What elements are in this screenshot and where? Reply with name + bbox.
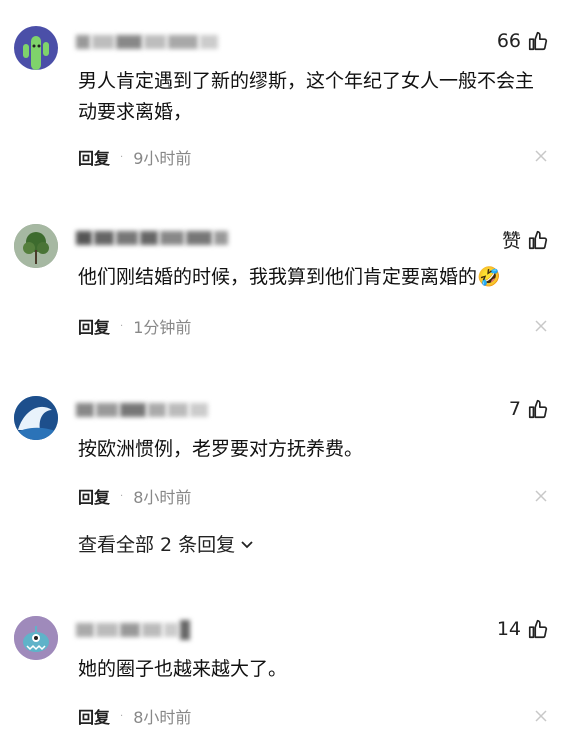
separator-dot: ·	[120, 320, 124, 332]
reply-button[interactable]: 回复	[78, 314, 110, 338]
comment-meta: 回复 · 8小时前	[78, 484, 191, 508]
expand-replies-label: 查看全部 2 条回复	[78, 534, 236, 556]
like-button[interactable]: 赞	[502, 226, 549, 253]
close-icon[interactable]	[535, 320, 547, 332]
separator-dot: ·	[120, 151, 124, 163]
close-icon[interactable]	[535, 710, 547, 722]
cactus-avatar-icon	[23, 36, 49, 70]
avatar[interactable]	[14, 396, 58, 440]
thumbs-up-icon	[528, 619, 548, 639]
username-blurred[interactable]	[76, 227, 230, 249]
like-button[interactable]: 7	[509, 398, 549, 420]
comment-text: 他们刚结婚的时候，我我算到他们肯定要离婚的🤣	[78, 266, 501, 288]
avatar[interactable]	[14, 224, 58, 268]
username-blurred[interactable]	[76, 31, 220, 53]
thumbs-up-icon	[528, 230, 548, 249]
reply-button[interactable]: 回复	[78, 704, 110, 728]
comment-meta: 回复 · 1分钟前	[78, 314, 191, 338]
plant-avatar-icon	[14, 224, 58, 268]
comment-item: 7 按欧洲惯例，老罗要对方抚养费。 回复 · 8小时前 查看全部 2 条回复	[0, 370, 567, 590]
comment-item: 赞 他们刚结婚的时候，我我算到他们肯定要离婚的🤣 回复 · 1分钟前	[0, 190, 567, 370]
timestamp: 1分钟前	[133, 318, 192, 337]
like-count: 66	[496, 30, 521, 52]
username-blurred[interactable]	[76, 399, 210, 421]
like-button[interactable]: 14	[497, 618, 549, 640]
comment-meta: 回复 · 8小时前	[78, 704, 191, 728]
comment-meta: 回复 · 9小时前	[78, 145, 191, 169]
timestamp: 8小时前	[133, 708, 192, 727]
timestamp: 8小时前	[133, 488, 192, 507]
thumbs-up-icon	[528, 399, 548, 419]
comment-item: 66 男人肯定遇到了新的缪斯，这个年纪了女人一般不会主动要求离婚， 回复 · 9…	[0, 0, 567, 190]
avatar[interactable]	[14, 616, 58, 660]
username-blurred[interactable]	[76, 619, 192, 641]
like-count: 赞	[501, 230, 521, 252]
avatar[interactable]	[14, 26, 58, 70]
comment-text: 按欧洲惯例，老罗要对方抚养费。	[78, 438, 364, 460]
comment-text: 男人肯定遇到了新的缪斯，这个年纪了女人一般不会主动要求离婚，	[78, 70, 535, 123]
close-icon[interactable]	[535, 490, 547, 502]
comment-item: 14 她的圈子也越来越大了。 回复 · 8小时前	[0, 590, 567, 732]
thumbs-up-icon	[528, 31, 548, 51]
reply-button[interactable]: 回复	[78, 145, 110, 169]
like-count: 14	[496, 618, 521, 640]
reply-button[interactable]: 回复	[78, 484, 110, 508]
timestamp: 9小时前	[133, 149, 192, 168]
chevron-down-icon	[241, 540, 253, 548]
like-count: 7	[508, 398, 521, 420]
comment-text: 她的圈子也越来越大了。	[78, 658, 288, 680]
close-icon[interactable]	[535, 150, 547, 162]
separator-dot: ·	[120, 710, 124, 722]
wave-avatar-icon	[14, 396, 58, 440]
expand-replies-button[interactable]: 查看全部 2 条回复	[78, 530, 255, 557]
monster-avatar-icon	[14, 616, 58, 660]
separator-dot: ·	[120, 490, 124, 502]
like-button[interactable]: 66	[497, 30, 549, 52]
